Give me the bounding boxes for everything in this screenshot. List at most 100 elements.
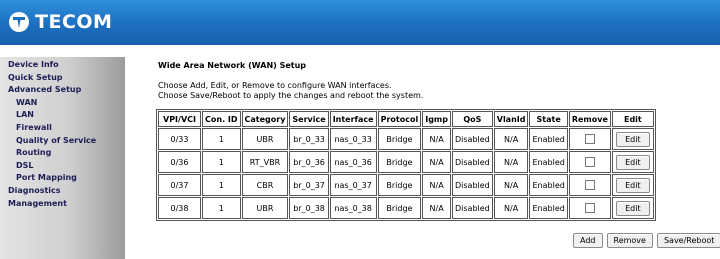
remove-button[interactable]: Remove — [606, 233, 653, 248]
sidebar-item-diagnostics[interactable]: Diagnostics — [0, 185, 125, 198]
cell-vpi-vci: 0/37 — [158, 174, 201, 196]
cell-igmp: N/A — [422, 174, 451, 196]
edit-button[interactable]: Edit — [615, 177, 650, 193]
cell-category: CBR — [241, 174, 289, 196]
cell-remove — [568, 151, 611, 173]
cell-igmp: N/A — [422, 197, 451, 219]
sidebar-item-firewall[interactable]: Firewall — [0, 122, 125, 135]
remove-checkbox[interactable] — [584, 134, 595, 144]
cell-remove — [568, 128, 611, 150]
cell-qos: Disabled — [451, 128, 493, 150]
column-header-vlanid: VlanId — [493, 111, 529, 127]
wan-table: VPI/VCI Con. ID Category Service Interfa… — [156, 109, 656, 221]
sidebar-item-dsl[interactable]: DSL — [0, 160, 125, 173]
table-row: 0/33 1 UBR br_0_33 nas_0_33 Bridge N/A D… — [158, 128, 654, 150]
cell-protocol: Bridge — [377, 151, 422, 173]
cell-service: br_0_37 — [289, 174, 329, 196]
cell-edit: Edit — [611, 197, 654, 219]
cell-remove — [568, 197, 611, 219]
table-row: 0/37 1 CBR br_0_37 nas_0_37 Bridge N/A D… — [158, 174, 654, 196]
cell-vlanid: N/A — [493, 151, 529, 173]
cell-state: Enabled — [529, 197, 568, 219]
cell-protocol: Bridge — [377, 197, 422, 219]
remove-checkbox[interactable] — [584, 157, 595, 167]
sidebar-item-port-mapping[interactable]: Port Mapping — [0, 172, 125, 185]
table-header-row: VPI/VCI Con. ID Category Service Interfa… — [158, 111, 654, 127]
cell-interface: nas_0_33 — [329, 128, 377, 150]
cell-state: Enabled — [529, 174, 568, 196]
header-bar: TECOM — [0, 0, 720, 45]
column-header-protocol: Protocol — [377, 111, 422, 127]
sidebar-item-quality-of-service[interactable]: Quality of Service — [0, 135, 125, 148]
column-header-interface: Interface — [329, 111, 377, 127]
cell-qos: Disabled — [451, 197, 493, 219]
column-header-category: Category — [241, 111, 289, 127]
column-header-service: Service — [289, 111, 329, 127]
cell-vlanid: N/A — [493, 174, 529, 196]
cell-edit: Edit — [611, 151, 654, 173]
sidebar-menu: Device Info Quick Setup Advanced Setup W… — [0, 57, 125, 210]
column-header-qos: QoS — [451, 111, 493, 127]
sidebar-item-routing[interactable]: Routing — [0, 147, 125, 160]
cell-con-id: 1 — [202, 151, 241, 173]
cell-edit: Edit — [611, 174, 654, 196]
sidebar-item-management[interactable]: Management — [0, 198, 125, 211]
cell-igmp: N/A — [422, 128, 451, 150]
add-button[interactable]: Add — [573, 233, 603, 248]
cell-protocol: Bridge — [377, 128, 422, 150]
cell-qos: Disabled — [451, 174, 493, 196]
cell-vpi-vci: 0/36 — [158, 151, 201, 173]
cell-qos: Disabled — [451, 151, 493, 173]
cell-remove — [568, 174, 611, 196]
sidebar-item-lan[interactable]: LAN — [0, 109, 125, 122]
cell-vpi-vci: 0/38 — [158, 197, 201, 219]
cell-category: UBR — [241, 197, 289, 219]
brand-logo: TECOM — [8, 10, 112, 34]
sidebar-item-quick-setup[interactable]: Quick Setup — [0, 72, 125, 85]
cell-state: Enabled — [529, 151, 568, 173]
cell-vlanid: N/A — [493, 197, 529, 219]
description-line: Choose Save/Reboot to apply the changes … — [158, 90, 424, 100]
cell-vlanid: N/A — [493, 128, 529, 150]
cell-con-id: 1 — [202, 197, 241, 219]
remove-checkbox[interactable] — [584, 203, 595, 213]
edit-button[interactable]: Edit — [615, 200, 650, 216]
column-header-edit: Edit — [611, 111, 654, 127]
column-header-remove: Remove — [568, 111, 611, 127]
cell-interface: nas_0_37 — [329, 174, 377, 196]
column-header-state: State — [529, 111, 568, 127]
action-buttons: Add Remove Save/Reboot — [573, 233, 720, 248]
sidebar-item-wan[interactable]: WAN — [0, 97, 125, 110]
edit-button[interactable]: Edit — [615, 154, 650, 170]
main-content: Wide Area Network (WAN) Setup Choose Add… — [125, 45, 720, 259]
sidebar-item-device-info[interactable]: Device Info — [0, 59, 125, 72]
page-description: Choose Add, Edit, or Remove to configure… — [158, 81, 423, 100]
column-header-vpi-vci: VPI/VCI — [158, 111, 201, 127]
description-line: Choose Add, Edit, or Remove to configure… — [158, 81, 392, 90]
cell-interface: nas_0_38 — [329, 197, 377, 219]
cell-con-id: 1 — [202, 128, 241, 150]
cell-vpi-vci: 0/33 — [158, 128, 201, 150]
table-row: 0/38 1 UBR br_0_38 nas_0_38 Bridge N/A D… — [158, 197, 654, 219]
remove-checkbox[interactable] — [584, 180, 595, 190]
cell-interface: nas_0_36 — [329, 151, 377, 173]
tecom-logo-icon — [9, 12, 29, 32]
cell-igmp: N/A — [422, 151, 451, 173]
cell-state: Enabled — [529, 128, 568, 150]
sidebar: Device Info Quick Setup Advanced Setup W… — [0, 45, 125, 259]
table-row: 0/36 1 RT_VBR br_0_36 nas_0_36 Bridge N/… — [158, 151, 654, 173]
cell-category: RT_VBR — [241, 151, 289, 173]
cell-service: br_0_33 — [289, 128, 329, 150]
edit-button[interactable]: Edit — [615, 131, 650, 147]
cell-edit: Edit — [611, 128, 654, 150]
save-reboot-button[interactable]: Save/Reboot — [656, 233, 720, 248]
column-header-con-id: Con. ID — [202, 111, 241, 127]
column-header-igmp: Igmp — [422, 111, 451, 127]
cell-service: br_0_36 — [289, 151, 329, 173]
cell-con-id: 1 — [202, 174, 241, 196]
page-title: Wide Area Network (WAN) Setup — [158, 61, 307, 70]
cell-category: UBR — [241, 128, 289, 150]
brand-name: TECOM — [35, 11, 113, 33]
sidebar-item-advanced-setup[interactable]: Advanced Setup — [0, 84, 125, 97]
cell-protocol: Bridge — [377, 174, 422, 196]
